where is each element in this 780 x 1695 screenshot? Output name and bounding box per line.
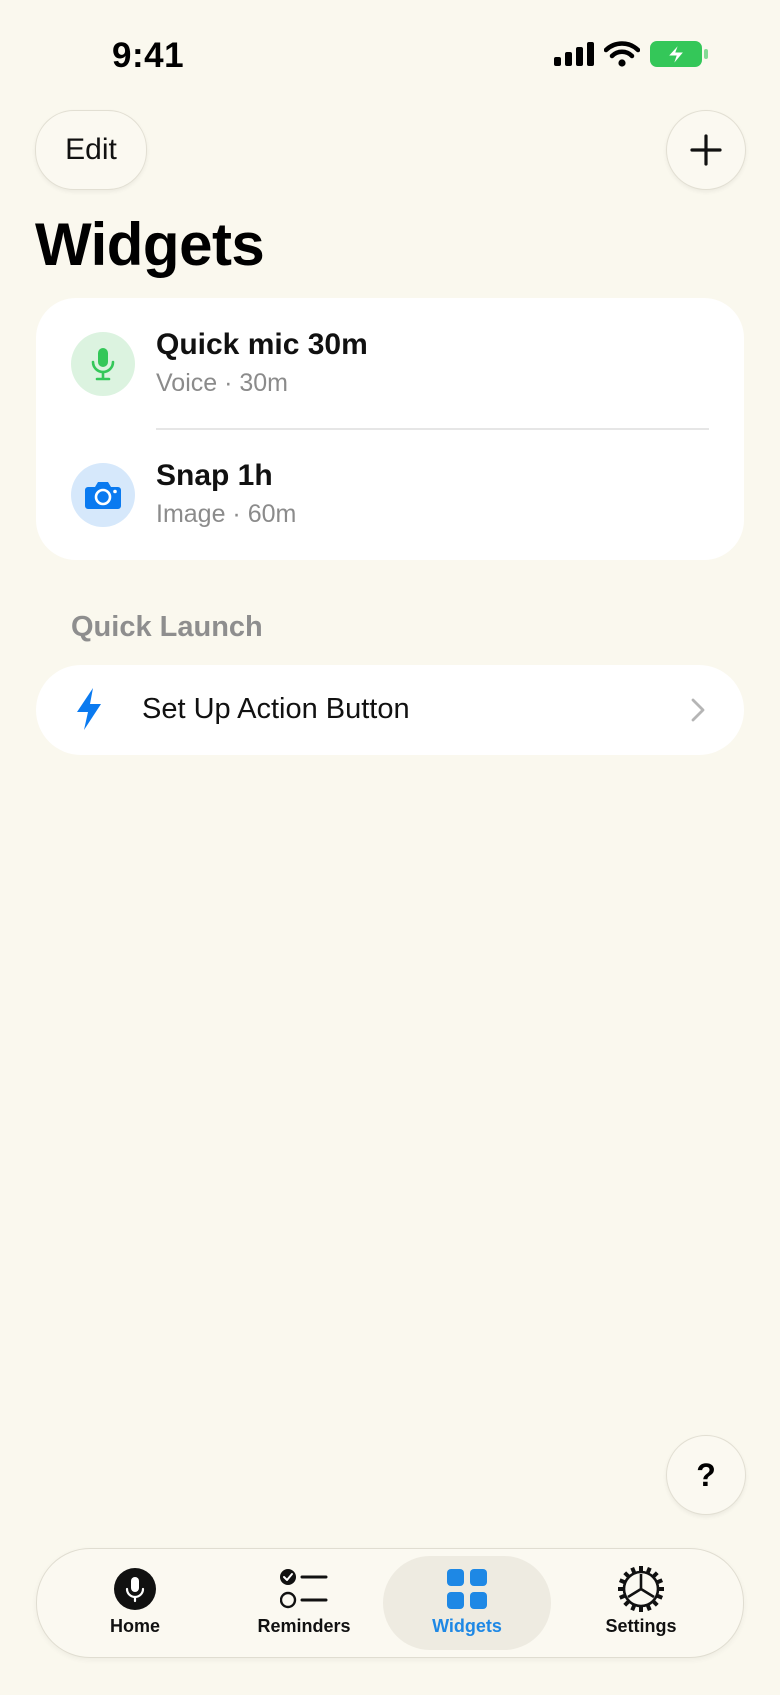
widgets-list: Quick mic 30m Voice · 30m Snap 1h Image … xyxy=(36,298,744,560)
help-button[interactable]: ? xyxy=(666,1435,746,1515)
action-label: Set Up Action Button xyxy=(142,693,410,725)
mic-icon xyxy=(114,1568,156,1610)
camera-icon xyxy=(85,482,121,509)
widget-row-quick-mic[interactable]: Quick mic 30m Voice · 30m xyxy=(36,298,744,430)
mic-icon xyxy=(91,348,115,381)
widget-row-snap[interactable]: Snap 1h Image · 60m xyxy=(36,429,744,560)
page-title: Widgets xyxy=(35,211,265,278)
setup-action-button-row[interactable]: Set Up Action Button xyxy=(36,665,744,755)
widget-title: Snap 1h xyxy=(156,459,273,492)
tab-reminders[interactable]: Reminders xyxy=(220,1556,388,1650)
tab-label: Home xyxy=(109,1616,160,1636)
widget-subtitle: Voice · 30m xyxy=(156,369,289,397)
widget-subtitle: Image · 60m xyxy=(156,500,297,528)
tab-label: Settings xyxy=(605,1616,677,1636)
checklist-icon xyxy=(280,1569,328,1609)
widget-icon-circle xyxy=(71,332,135,396)
gear-icon xyxy=(618,1566,664,1612)
widget-icon-circle xyxy=(71,463,135,527)
tab-widgets[interactable]: Widgets xyxy=(383,1556,551,1650)
tab-settings[interactable]: Settings xyxy=(557,1556,725,1650)
battery-charging-icon xyxy=(650,41,708,67)
widgets-grid-icon xyxy=(447,1569,487,1609)
status-icons xyxy=(554,40,708,68)
add-widget-button[interactable] xyxy=(666,110,746,190)
edit-button[interactable]: Edit xyxy=(35,110,147,190)
widget-title: Quick mic 30m xyxy=(156,328,368,361)
tab-label: Widgets xyxy=(432,1616,502,1636)
chevron-right-icon xyxy=(691,698,705,722)
bolt-icon xyxy=(77,688,101,730)
tab-home[interactable]: Home xyxy=(51,1556,219,1650)
status-time: 9:41 xyxy=(112,36,185,75)
tab-bar: Home Reminders Widgets Settings xyxy=(36,1548,744,1658)
tab-label: Reminders xyxy=(257,1616,351,1636)
cellular-signal-icon xyxy=(554,42,594,66)
wifi-icon xyxy=(604,41,640,67)
section-label-quick-launch: Quick Launch xyxy=(71,611,263,643)
plus-icon xyxy=(690,134,722,166)
